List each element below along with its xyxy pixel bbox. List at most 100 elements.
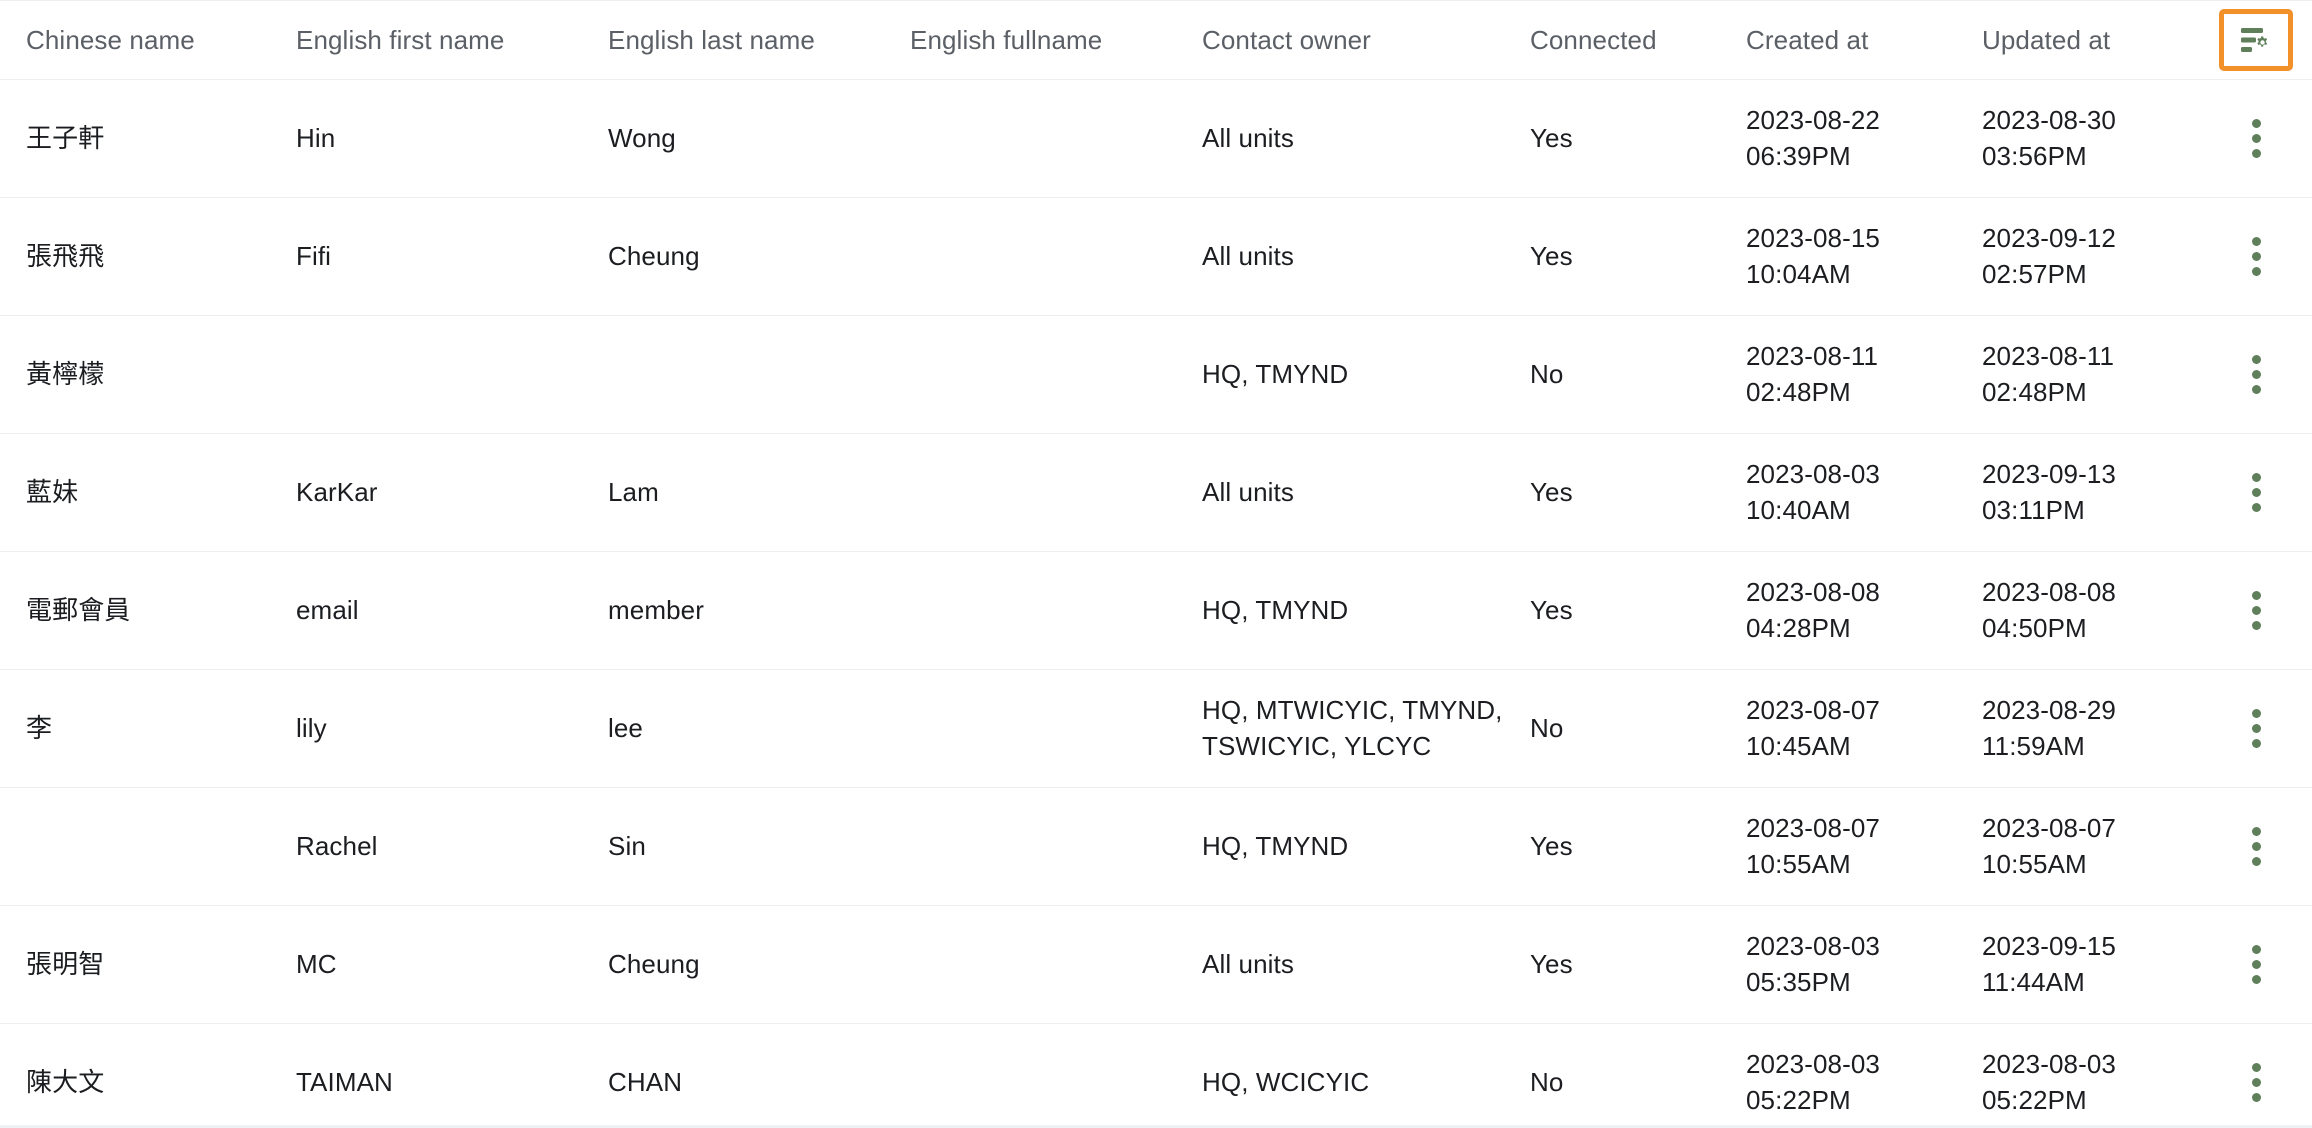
kebab-menu-icon[interactable] — [2200, 709, 2312, 748]
cell-contact-owner: All units — [1176, 197, 1504, 316]
cell-updated-at: 2023-08-11 02:48PM — [1956, 315, 2200, 434]
cell-connected: Yes — [1504, 551, 1720, 670]
contacts-table-container: Chinese name English first name English … — [0, 0, 2312, 1128]
cell-english-last-name: Cheung — [582, 197, 884, 316]
cell-created-at: 2023-08-11 02:48PM — [1720, 315, 1956, 434]
cell-english-first-name: email — [270, 551, 582, 670]
cell-connected: Yes — [1504, 787, 1720, 906]
column-header-contact-owner-label: Contact owner — [1202, 24, 1371, 55]
cell-row-actions — [2200, 787, 2312, 906]
kebab-menu-icon[interactable] — [2200, 473, 2312, 512]
cell-english-first-name: lily — [270, 669, 582, 788]
column-header-english-first-name[interactable]: English first name — [270, 1, 582, 80]
column-header-english-last-name[interactable]: English last name — [582, 1, 884, 80]
table-row[interactable]: 陳大文 TAIMAN CHAN HQ, WCICYIC No 2023-08-03 05:… — [0, 1023, 2312, 1128]
cell-created-at: 2023-08-03 05:35PM — [1720, 905, 1956, 1024]
cell-connected: No — [1504, 669, 1720, 788]
cell-row-actions — [2200, 197, 2312, 316]
table-row[interactable]: 張飛飛 Fifi Cheung All units Yes 2023-08-15 10:0… — [0, 197, 2312, 316]
column-header-updated-at[interactable]: Updated at — [1956, 1, 2200, 80]
cell-english-fullname — [884, 1023, 1176, 1128]
table-row[interactable]: 黃檸檬 HQ, TMYND No 2023-08-11 02:48PM 2023-08-… — [0, 315, 2312, 434]
cell-updated-at: 2023-08-08 04:50PM — [1956, 551, 2200, 670]
cell-updated-at: 2023-08-29 11:59AM — [1956, 669, 2200, 788]
column-header-created-at-label: Created at — [1746, 24, 1869, 55]
table-settings-button[interactable] — [2219, 9, 2293, 71]
column-header-chinese-name[interactable]: Chinese name — [0, 1, 270, 80]
cell-updated-at: 2023-09-12 02:57PM — [1956, 197, 2200, 316]
cell-english-last-name: member — [582, 551, 884, 670]
cell-row-actions — [2200, 1023, 2312, 1128]
column-header-chinese-name-label: Chinese name — [26, 24, 195, 55]
settings-cell — [2200, 1, 2312, 79]
table-row[interactable]: 李 lily lee HQ, MTWICYIC, TMYND, TSWICYIC, Y… — [0, 669, 2312, 788]
table-row[interactable]: 張明智 MC Cheung All units Yes 2023-08-03 05:35P… — [0, 905, 2312, 1024]
cell-english-first-name: Hin — [270, 79, 582, 198]
cell-english-last-name: Lam — [582, 433, 884, 552]
cell-chinese-name: 陳大文 — [0, 1023, 270, 1128]
kebab-menu-icon[interactable] — [2200, 119, 2312, 158]
cell-english-last-name: Cheung — [582, 905, 884, 1024]
column-header-connected[interactable]: Connected — [1504, 1, 1720, 80]
cell-row-actions — [2200, 551, 2312, 670]
cell-created-at: 2023-08-08 04:28PM — [1720, 551, 1956, 670]
cell-connected: No — [1504, 315, 1720, 434]
cell-connected: Yes — [1504, 79, 1720, 198]
cell-chinese-name: 藍妹 — [0, 433, 270, 552]
column-header-created-at[interactable]: Created at — [1720, 1, 1956, 80]
table-header: Chinese name English first name English … — [0, 1, 2312, 80]
column-header-english-fullname-label: English fullname — [910, 24, 1103, 55]
column-header-english-last-name-label: English last name — [608, 24, 815, 55]
cell-connected: Yes — [1504, 433, 1720, 552]
table-row[interactable]: 藍妹 KarKar Lam All units Yes 2023-08-03 10:40A… — [0, 433, 2312, 552]
kebab-menu-icon[interactable] — [2200, 355, 2312, 394]
cell-english-fullname — [884, 787, 1176, 906]
cell-connected: No — [1504, 1023, 1720, 1128]
kebab-menu-icon[interactable] — [2200, 827, 2312, 866]
cell-english-first-name: MC — [270, 905, 582, 1024]
column-header-connected-label: Connected — [1530, 24, 1657, 55]
cell-english-fullname — [884, 669, 1176, 788]
cell-updated-at: 2023-08-07 10:55AM — [1956, 787, 2200, 906]
cell-row-actions — [2200, 315, 2312, 434]
kebab-menu-icon[interactable] — [2200, 591, 2312, 630]
cell-english-last-name: Sin — [582, 787, 884, 906]
cell-contact-owner: All units — [1176, 905, 1504, 1024]
table-row[interactable]: 電郵會員 email member HQ, TMYND Yes 2023-08-08 04… — [0, 551, 2312, 670]
cell-english-fullname — [884, 433, 1176, 552]
table-row[interactable]: 王子軒 Hin Wong All units Yes 2023-08-22 06:39PM… — [0, 79, 2312, 198]
column-header-contact-owner[interactable]: Contact owner — [1176, 1, 1504, 80]
kebab-menu-icon[interactable] — [2200, 237, 2312, 276]
cell-english-last-name — [582, 315, 884, 434]
cell-english-fullname — [884, 197, 1176, 316]
column-header-settings — [2200, 1, 2312, 80]
cell-english-fullname — [884, 315, 1176, 434]
cell-english-first-name: Rachel — [270, 787, 582, 906]
cell-contact-owner: HQ, WCICYIC — [1176, 1023, 1504, 1128]
cell-chinese-name — [0, 787, 270, 906]
cell-updated-at: 2023-08-30 03:56PM — [1956, 79, 2200, 198]
cell-connected: Yes — [1504, 197, 1720, 316]
cell-chinese-name: 李 — [0, 669, 270, 788]
cell-row-actions — [2200, 433, 2312, 552]
cell-english-last-name: lee — [582, 669, 884, 788]
cell-english-first-name: KarKar — [270, 433, 582, 552]
cell-created-at: 2023-08-03 05:22PM — [1720, 1023, 1956, 1128]
cell-created-at: 2023-08-03 10:40AM — [1720, 433, 1956, 552]
cell-chinese-name: 電郵會員 — [0, 551, 270, 670]
contacts-table-page: Chinese name English first name English … — [0, 0, 2312, 1128]
column-header-english-first-name-label: English first name — [296, 24, 505, 55]
kebab-menu-icon[interactable] — [2200, 1063, 2312, 1102]
column-header-updated-at-label: Updated at — [1982, 24, 2111, 55]
cell-created-at: 2023-08-07 10:55AM — [1720, 787, 1956, 906]
cell-english-fullname — [884, 551, 1176, 670]
kebab-menu-icon[interactable] — [2200, 945, 2312, 984]
cell-english-last-name: CHAN — [582, 1023, 884, 1128]
table-body: 王子軒 Hin Wong All units Yes 2023-08-22 06:39PM… — [0, 79, 2312, 1128]
cell-chinese-name: 張飛飛 — [0, 197, 270, 316]
table-row[interactable]: Rachel Sin HQ, TMYND Yes 2023-08-07 10:55AM 2… — [0, 787, 2312, 906]
column-header-english-fullname[interactable]: English fullname — [884, 1, 1176, 80]
cell-row-actions — [2200, 669, 2312, 788]
cell-updated-at: 2023-09-15 11:44AM — [1956, 905, 2200, 1024]
cell-contact-owner: All units — [1176, 433, 1504, 552]
